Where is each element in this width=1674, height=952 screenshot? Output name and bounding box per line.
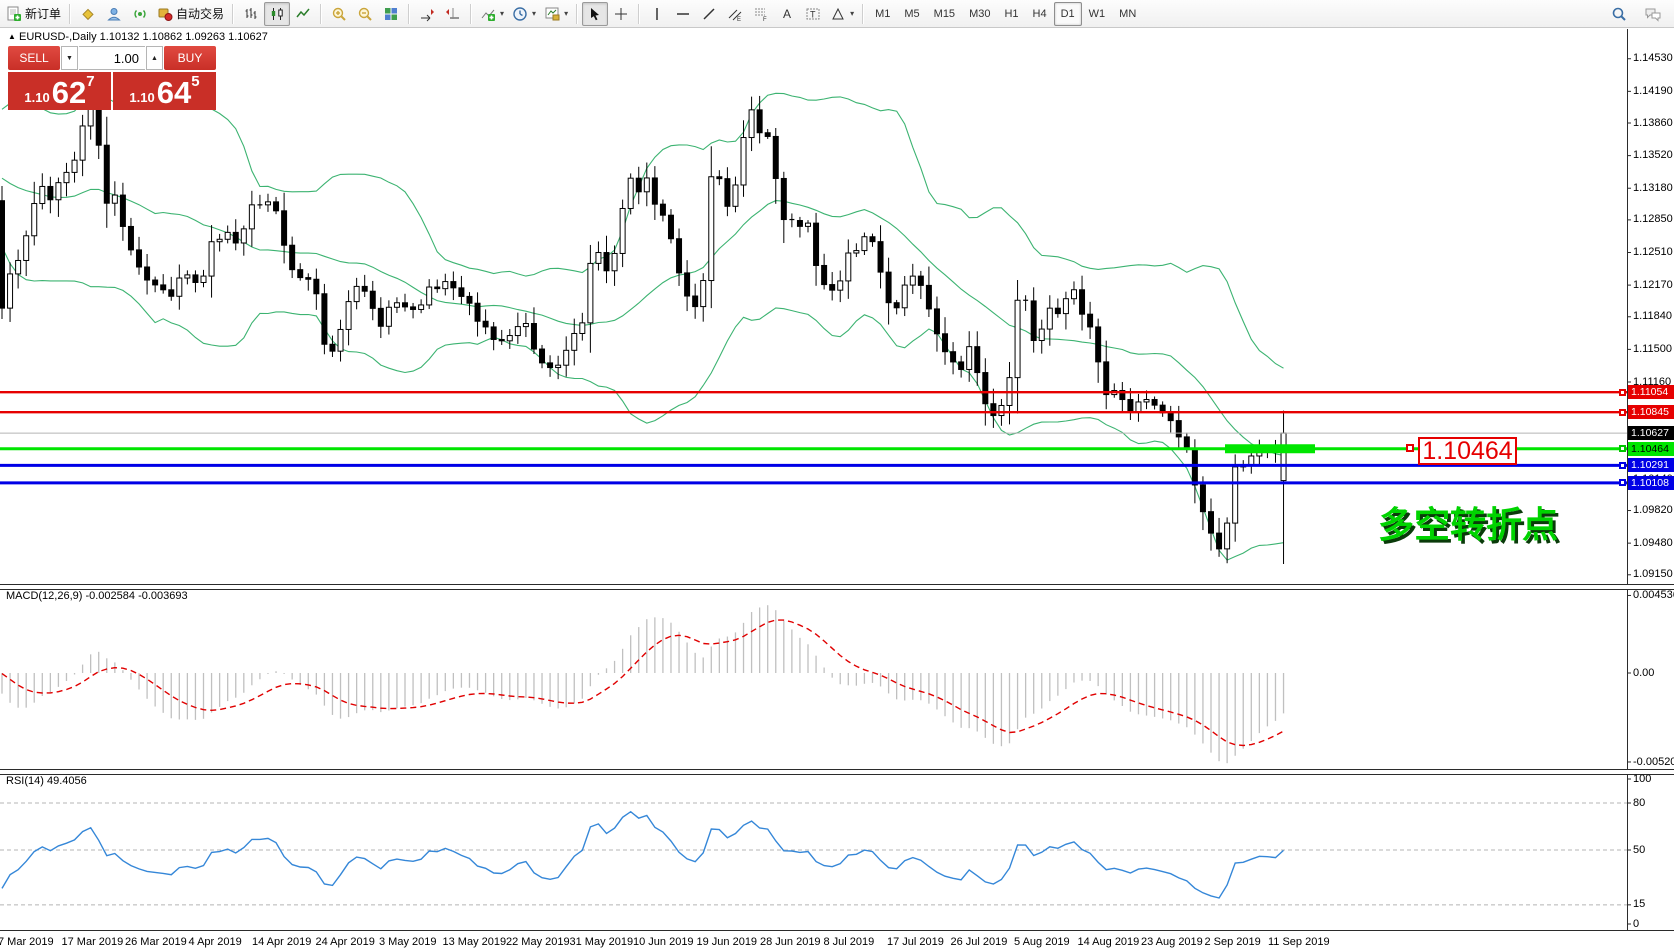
date-axis-label: 26 Mar 2019 [125, 936, 187, 948]
macd-axis-label: 0.004536 [1633, 589, 1674, 601]
date-axis-label: 24 Apr 2019 [316, 936, 375, 948]
price-gridline-label: 1.11500 [1633, 343, 1672, 355]
sell-button[interactable]: SELL [8, 46, 60, 70]
date-axis-label: 2 Sep 2019 [1205, 936, 1261, 948]
price-tag: 1.10291 [1628, 458, 1674, 472]
rsi-axis-label: 15 [1633, 898, 1645, 910]
rsi-axis-label: 80 [1633, 797, 1645, 809]
price-gridline-label: 1.14190 [1633, 85, 1673, 97]
price-gridline-label: 1.09480 [1633, 537, 1673, 549]
price-gridline-label: 1.12510 [1633, 246, 1673, 258]
date-axis-label: 23 Aug 2019 [1141, 936, 1203, 948]
rsi-info-label: RSI(14) 49.4056 [6, 775, 87, 787]
price-gridline-label: 1.13180 [1633, 182, 1673, 194]
date-axis-label: 17 Jul 2019 [887, 936, 944, 948]
date-axis-label: 10 Jun 2019 [633, 936, 694, 948]
buy-price-sup: 5 [191, 73, 199, 90]
level-line-anchor[interactable] [1406, 444, 1414, 452]
rsi-axis-label: 100 [1633, 773, 1651, 785]
price-gridline-label: 1.13520 [1633, 149, 1673, 161]
date-axis-label: 14 Aug 2019 [1078, 936, 1140, 948]
main-macd-divider[interactable] [0, 584, 1674, 590]
sell-quote[interactable]: 1.10 62 7 [8, 72, 111, 110]
ohlc-values: 1.10132 1.10862 1.09263 1.10627 [100, 31, 268, 43]
macd-rsi-divider[interactable] [0, 769, 1674, 775]
buy-price-small: 1.10 [129, 90, 154, 105]
price-gridline-label: 1.09820 [1633, 504, 1673, 516]
one-click-trading-panel: SELL ▼ 1.00 ▲ BUY 1.10 62 7 1.10 64 5 [8, 46, 216, 110]
date-axis-label: 17 Mar 2019 [62, 936, 124, 948]
chart-canvas[interactable] [0, 0, 1674, 952]
price-tag: 1.10108 [1628, 476, 1674, 490]
rsi-axis-label: 0 [1633, 918, 1639, 930]
price-gridline-label: 1.12170 [1633, 279, 1673, 291]
price-gridline-label: 1.13860 [1633, 117, 1673, 129]
date-axis-label: 7 Mar 2019 [0, 936, 54, 948]
date-axis-label: 4 Apr 2019 [189, 936, 242, 948]
sell-price-small: 1.10 [24, 90, 49, 105]
volume-up-button[interactable]: ▲ [146, 46, 163, 70]
collapse-arrow-icon[interactable]: ▲ [8, 32, 16, 41]
date-axis-label: 8 Jul 2019 [824, 936, 875, 948]
date-axis-label: 3 May 2019 [379, 936, 436, 948]
level-line-axis-marker[interactable] [1619, 409, 1626, 416]
level-line-axis-marker[interactable] [1619, 479, 1626, 486]
date-axis-label: 5 Aug 2019 [1014, 936, 1070, 948]
buy-price-big: 64 [157, 78, 191, 108]
mt4-terminal: { "toolbar": { "buttons": [ {"name":"new… [0, 0, 1674, 952]
price-tag: 1.11054 [1628, 385, 1674, 399]
macd-axis-label: 0.00 [1633, 667, 1654, 679]
level-price-label[interactable]: 1.10464 [1418, 437, 1517, 465]
price-gridline-label: 1.09150 [1633, 568, 1673, 580]
volume-down-button[interactable]: ▼ [61, 46, 78, 70]
date-axis-label: 28 Jun 2019 [760, 936, 821, 948]
volume-input[interactable]: 1.00 [79, 46, 145, 70]
macd-axis-label: -0.005205 [1633, 756, 1674, 768]
price-tag: 1.10627 [1628, 426, 1674, 440]
macd-info-label: MACD(12,26,9) -0.002584 -0.003693 [6, 590, 188, 602]
chart-info-line: ▲ EURUSD-,Daily 1.10132 1.10862 1.09263 … [8, 31, 268, 43]
rsi-axis-label: 50 [1633, 844, 1645, 856]
macd-panel [2, 605, 1284, 763]
buy-quote[interactable]: 1.10 64 5 [113, 72, 216, 110]
date-axis-label: 26 Jul 2019 [951, 936, 1008, 948]
symbol-period-label: EURUSD-,Daily [19, 31, 97, 43]
price-gridline-label: 1.11840 [1633, 310, 1672, 322]
main-chart-panel [0, 92, 1627, 564]
price-gridline-label: 1.14530 [1633, 52, 1673, 64]
rsi-panel [0, 803, 1627, 905]
buy-button[interactable]: BUY [164, 46, 216, 70]
date-axis-label: 11 Sep 2019 [1268, 936, 1330, 948]
date-axis[interactable]: 7 Mar 2019 17 Mar 201926 Mar 20194 Apr 20… [0, 930, 1674, 952]
date-axis-label: 31 May 2019 [570, 936, 634, 948]
level-line-axis-marker[interactable] [1619, 389, 1626, 396]
date-axis-label: 13 May 2019 [443, 936, 507, 948]
price-tag: 1.10464 [1628, 442, 1674, 456]
date-axis-label: 14 Apr 2019 [252, 936, 311, 948]
level-line-axis-marker[interactable] [1619, 462, 1626, 469]
price-gridline-label: 1.12850 [1633, 213, 1673, 225]
level-line-axis-marker[interactable] [1619, 445, 1626, 452]
turning-point-text[interactable]: 多空转折点 [1378, 496, 1558, 548]
price-tag: 1.10845 [1628, 405, 1674, 419]
sell-price-big: 62 [52, 78, 86, 108]
sell-price-sup: 7 [86, 73, 94, 90]
date-axis-label: 19 Jun 2019 [697, 936, 758, 948]
date-axis-label: 22 May 2019 [506, 936, 570, 948]
